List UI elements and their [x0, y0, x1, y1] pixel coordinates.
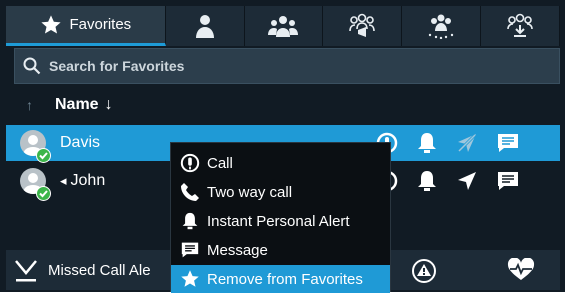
missed-call-icon [15, 260, 37, 282]
column-name-header[interactable]: Name [55, 96, 99, 114]
dynamic-group-icon [429, 14, 454, 39]
emergency-alert-icon[interactable] [411, 258, 437, 284]
list-header: ↑ Name ↓ [14, 90, 560, 120]
search-input[interactable] [47, 57, 531, 75]
message-icon[interactable] [496, 132, 520, 154]
context-menu: Call Two way call Instant Personal Alert… [171, 143, 390, 293]
menu-item-instant-personal-alert[interactable]: Instant Personal Alert [171, 207, 390, 235]
menu-item-call[interactable]: Call [171, 149, 390, 177]
broadcast-group-icon [349, 13, 376, 37]
bell-icon [182, 212, 198, 230]
menu-item-label: Call [207, 154, 233, 172]
search-icon [23, 57, 41, 75]
sort-desc-arrow[interactable]: ↓ [105, 96, 113, 114]
call-icon [180, 153, 200, 173]
tab-broadcast-groups[interactable] [323, 6, 403, 46]
person-icon [195, 15, 214, 38]
tab-bar: Favorites [6, 6, 560, 46]
message-icon[interactable] [496, 170, 520, 192]
row-actions [376, 169, 520, 193]
online-status-icon [36, 148, 51, 163]
tab-favorites-label: Favorites [69, 16, 132, 33]
location-off-icon[interactable] [456, 132, 478, 154]
menu-item-label: Message [207, 241, 268, 259]
bell-icon[interactable] [416, 131, 438, 155]
phone-icon [181, 183, 199, 201]
tab-download-groups[interactable] [481, 6, 560, 46]
star-icon [40, 14, 61, 34]
download-group-icon [507, 13, 533, 37]
app-window: Favorites ↑ Name ↓ [0, 0, 565, 293]
search-box [14, 48, 560, 84]
contact-name: John [70, 172, 106, 189]
menu-item-two-way-call[interactable]: Two way call [171, 178, 390, 206]
menu-item-message[interactable]: Message [171, 236, 390, 264]
menu-item-label: Remove from Favorites [207, 270, 363, 288]
contact-flag-icon: ◂ [60, 173, 67, 188]
star-remove-icon [181, 270, 199, 287]
tab-favorites[interactable]: Favorites [6, 6, 166, 46]
heartbeat-monitor-icon[interactable] [506, 258, 536, 282]
tab-groups[interactable] [245, 6, 324, 46]
menu-item-label: Instant Personal Alert [207, 212, 350, 230]
bell-icon[interactable] [416, 169, 438, 193]
menu-item-label: Two way call [207, 183, 293, 201]
online-status-icon [36, 186, 51, 201]
group-icon [268, 16, 299, 37]
missed-call-alerts-button[interactable]: Missed Call Ale [14, 257, 151, 283]
message-icon [181, 242, 199, 258]
contact-name: Davis [60, 134, 101, 151]
menu-item-remove-from-favorites[interactable]: Remove from Favorites [171, 265, 390, 293]
row-actions [376, 131, 520, 155]
sort-asc-arrow[interactable]: ↑ [26, 97, 33, 113]
tab-contacts[interactable] [166, 6, 245, 46]
missed-call-label: Missed Call Ale [48, 261, 151, 279]
location-icon[interactable] [456, 170, 478, 192]
tab-dynamic-groups[interactable] [402, 6, 482, 46]
